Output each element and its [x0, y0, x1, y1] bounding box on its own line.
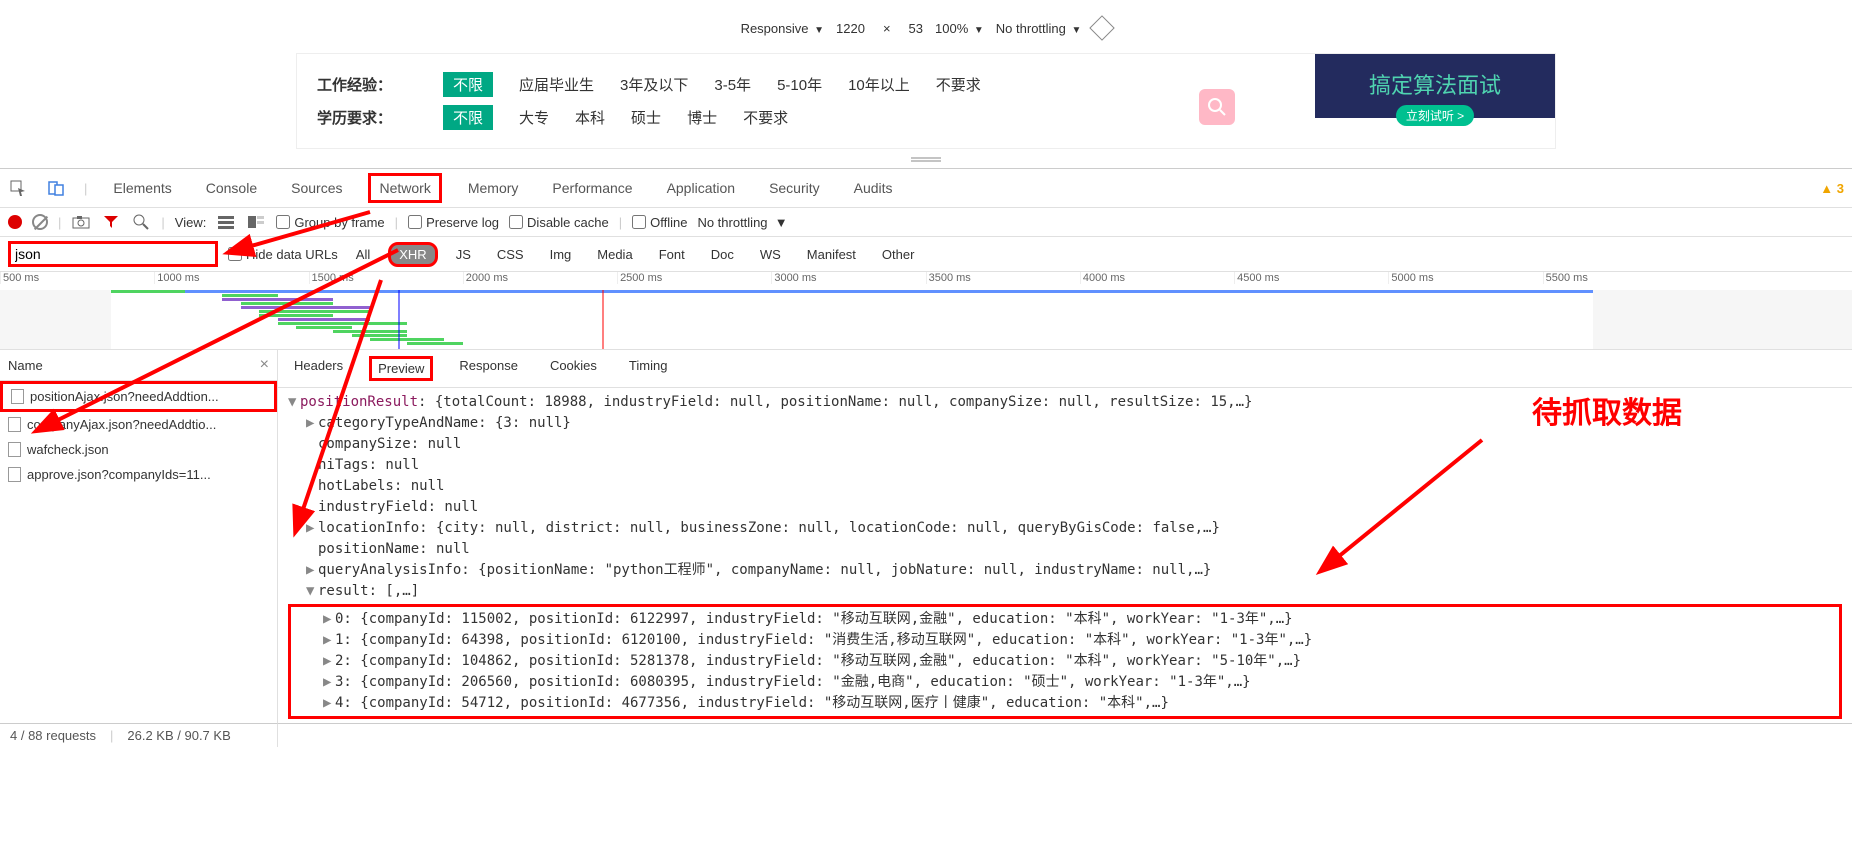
- viewport-height[interactable]: 53: [909, 21, 923, 36]
- close-icon[interactable]: ×: [260, 356, 269, 374]
- filter-type-xhr[interactable]: XHR: [388, 242, 437, 267]
- tab-sources[interactable]: Sources: [283, 176, 350, 200]
- filter-type-css[interactable]: CSS: [489, 245, 532, 264]
- record-icon[interactable]: [8, 215, 22, 229]
- filter-type-font[interactable]: Font: [651, 245, 693, 264]
- tick: 3500 ms: [926, 272, 1080, 284]
- filter-type-other[interactable]: Other: [874, 245, 923, 264]
- rotate-icon[interactable]: [1090, 15, 1115, 40]
- filter-type-js[interactable]: JS: [448, 245, 479, 264]
- resize-handle[interactable]: [0, 149, 1852, 168]
- viewport-width[interactable]: 1220: [836, 21, 865, 36]
- detail-tab-response[interactable]: Response: [453, 356, 524, 381]
- filter-option[interactable]: 博士: [687, 107, 717, 128]
- filter-label: 工作经验：: [317, 74, 417, 95]
- filter-option[interactable]: 5-10年: [777, 74, 822, 95]
- filter-type-doc[interactable]: Doc: [703, 245, 742, 264]
- inspect-icon[interactable]: [8, 178, 28, 198]
- tick: 2500 ms: [617, 272, 771, 284]
- preserve-log-checkbox[interactable]: Preserve log: [408, 215, 499, 230]
- tab-security[interactable]: Security: [761, 176, 828, 200]
- tick: 2000 ms: [463, 272, 617, 284]
- view-label: View:: [175, 215, 207, 230]
- large-rows-icon[interactable]: [216, 212, 236, 232]
- filter-type-img[interactable]: Img: [542, 245, 580, 264]
- detail-tab-timing[interactable]: Timing: [623, 356, 674, 381]
- detail-tab-headers[interactable]: Headers: [288, 356, 349, 381]
- tick: 1000 ms: [154, 272, 308, 284]
- clear-icon[interactable]: [32, 214, 48, 230]
- warnings-badge[interactable]: ▲ 3: [1820, 181, 1844, 196]
- filter-option[interactable]: 3-5年: [714, 74, 751, 95]
- tab-console[interactable]: Console: [198, 176, 265, 200]
- tick: 3000 ms: [771, 272, 925, 284]
- offline-checkbox[interactable]: Offline: [632, 215, 687, 230]
- search-icon[interactable]: [131, 212, 151, 232]
- json-preview[interactable]: ▼positionResult: {totalCount: 18988, ind…: [278, 388, 1852, 723]
- detail-tab-preview[interactable]: Preview: [369, 356, 433, 381]
- tab-audits[interactable]: Audits: [846, 176, 901, 200]
- search-icon: [1207, 97, 1227, 117]
- camera-icon[interactable]: [71, 212, 91, 232]
- device-mode[interactable]: Responsive ▼: [741, 21, 824, 36]
- filter-option[interactable]: 不限: [443, 72, 493, 97]
- banner-cta[interactable]: 立刻试听 >: [1396, 105, 1474, 126]
- throttling-dropdown[interactable]: No throttling ▼: [697, 215, 787, 230]
- detail-tab-cookies[interactable]: Cookies: [544, 356, 603, 381]
- disable-cache-checkbox[interactable]: Disable cache: [509, 215, 609, 230]
- tick: 5500 ms: [1543, 272, 1697, 284]
- tick: 1500 ms: [309, 272, 463, 284]
- tick: 5000 ms: [1388, 272, 1542, 284]
- filter-option[interactable]: 不要求: [936, 74, 981, 95]
- devtools-panel: | Elements Console Sources Network Memor…: [0, 168, 1852, 747]
- tab-application[interactable]: Application: [659, 176, 744, 200]
- filter-type-ws[interactable]: WS: [752, 245, 789, 264]
- tab-performance[interactable]: Performance: [544, 176, 640, 200]
- search-button[interactable]: [1199, 89, 1235, 125]
- times-icon: ×: [883, 21, 891, 36]
- filter-option[interactable]: 应届毕业生: [519, 74, 594, 95]
- group-by-frame-checkbox[interactable]: Group by frame: [276, 215, 384, 230]
- filter-type-manifest[interactable]: Manifest: [799, 245, 864, 264]
- request-row[interactable]: wafcheck.json: [0, 437, 277, 462]
- filter-input[interactable]: [8, 241, 218, 267]
- filter-option[interactable]: 10年以上: [848, 74, 910, 95]
- document-icon: [8, 442, 21, 457]
- filter-funnel-icon[interactable]: [101, 212, 121, 232]
- tick: 500 ms: [0, 272, 154, 284]
- request-row[interactable]: companyAjax.json?needAddtio...: [0, 412, 277, 437]
- device-toggle-icon[interactable]: [46, 178, 66, 198]
- zoom-level[interactable]: 100% ▼: [935, 21, 984, 36]
- tick: 4000 ms: [1080, 272, 1234, 284]
- document-icon: [11, 389, 24, 404]
- tick: 4500 ms: [1234, 272, 1388, 284]
- filter-option[interactable]: 不要求: [743, 107, 788, 128]
- transfer-size: 26.2 KB / 90.7 KB: [127, 728, 230, 743]
- device-toolbar: Responsive ▼ 1220 × 53 100% ▼ No throttl…: [0, 15, 1852, 45]
- waterfall-icon[interactable]: [246, 212, 266, 232]
- banner-title: 搞定算法面试: [1325, 68, 1545, 100]
- name-column-header[interactable]: Name: [8, 358, 43, 373]
- filter-option[interactable]: 硕士: [631, 107, 661, 128]
- request-count: 4 / 88 requests: [10, 728, 96, 743]
- filter-type-all[interactable]: All: [348, 245, 378, 264]
- page-preview: 工作经验： 不限 应届毕业生 3年及以下 3-5年 5-10年 10年以上 不要…: [0, 45, 1852, 149]
- timeline-overview[interactable]: 500 ms 1000 ms 1500 ms 2000 ms 2500 ms 3…: [0, 272, 1852, 350]
- tab-memory[interactable]: Memory: [460, 176, 527, 200]
- request-row[interactable]: approve.json?companyIds=11...: [0, 462, 277, 487]
- filter-option[interactable]: 大专: [519, 107, 549, 128]
- filter-label: 学历要求：: [317, 107, 417, 128]
- document-icon: [8, 417, 21, 432]
- ad-banner[interactable]: 搞定算法面试 立刻试听 >: [1315, 54, 1555, 118]
- filter-option[interactable]: 3年及以下: [620, 74, 688, 95]
- document-icon: [8, 467, 21, 482]
- request-row[interactable]: positionAjax.json?needAddtion...: [0, 381, 277, 412]
- tab-network[interactable]: Network: [368, 173, 441, 203]
- hide-data-urls-checkbox[interactable]: Hide data URLs: [228, 247, 338, 262]
- filter-option[interactable]: 本科: [575, 107, 605, 128]
- throttling-select[interactable]: No throttling ▼: [996, 21, 1082, 36]
- filter-type-media[interactable]: Media: [589, 245, 640, 264]
- tab-elements[interactable]: Elements: [105, 176, 179, 200]
- filter-option[interactable]: 不限: [443, 105, 493, 130]
